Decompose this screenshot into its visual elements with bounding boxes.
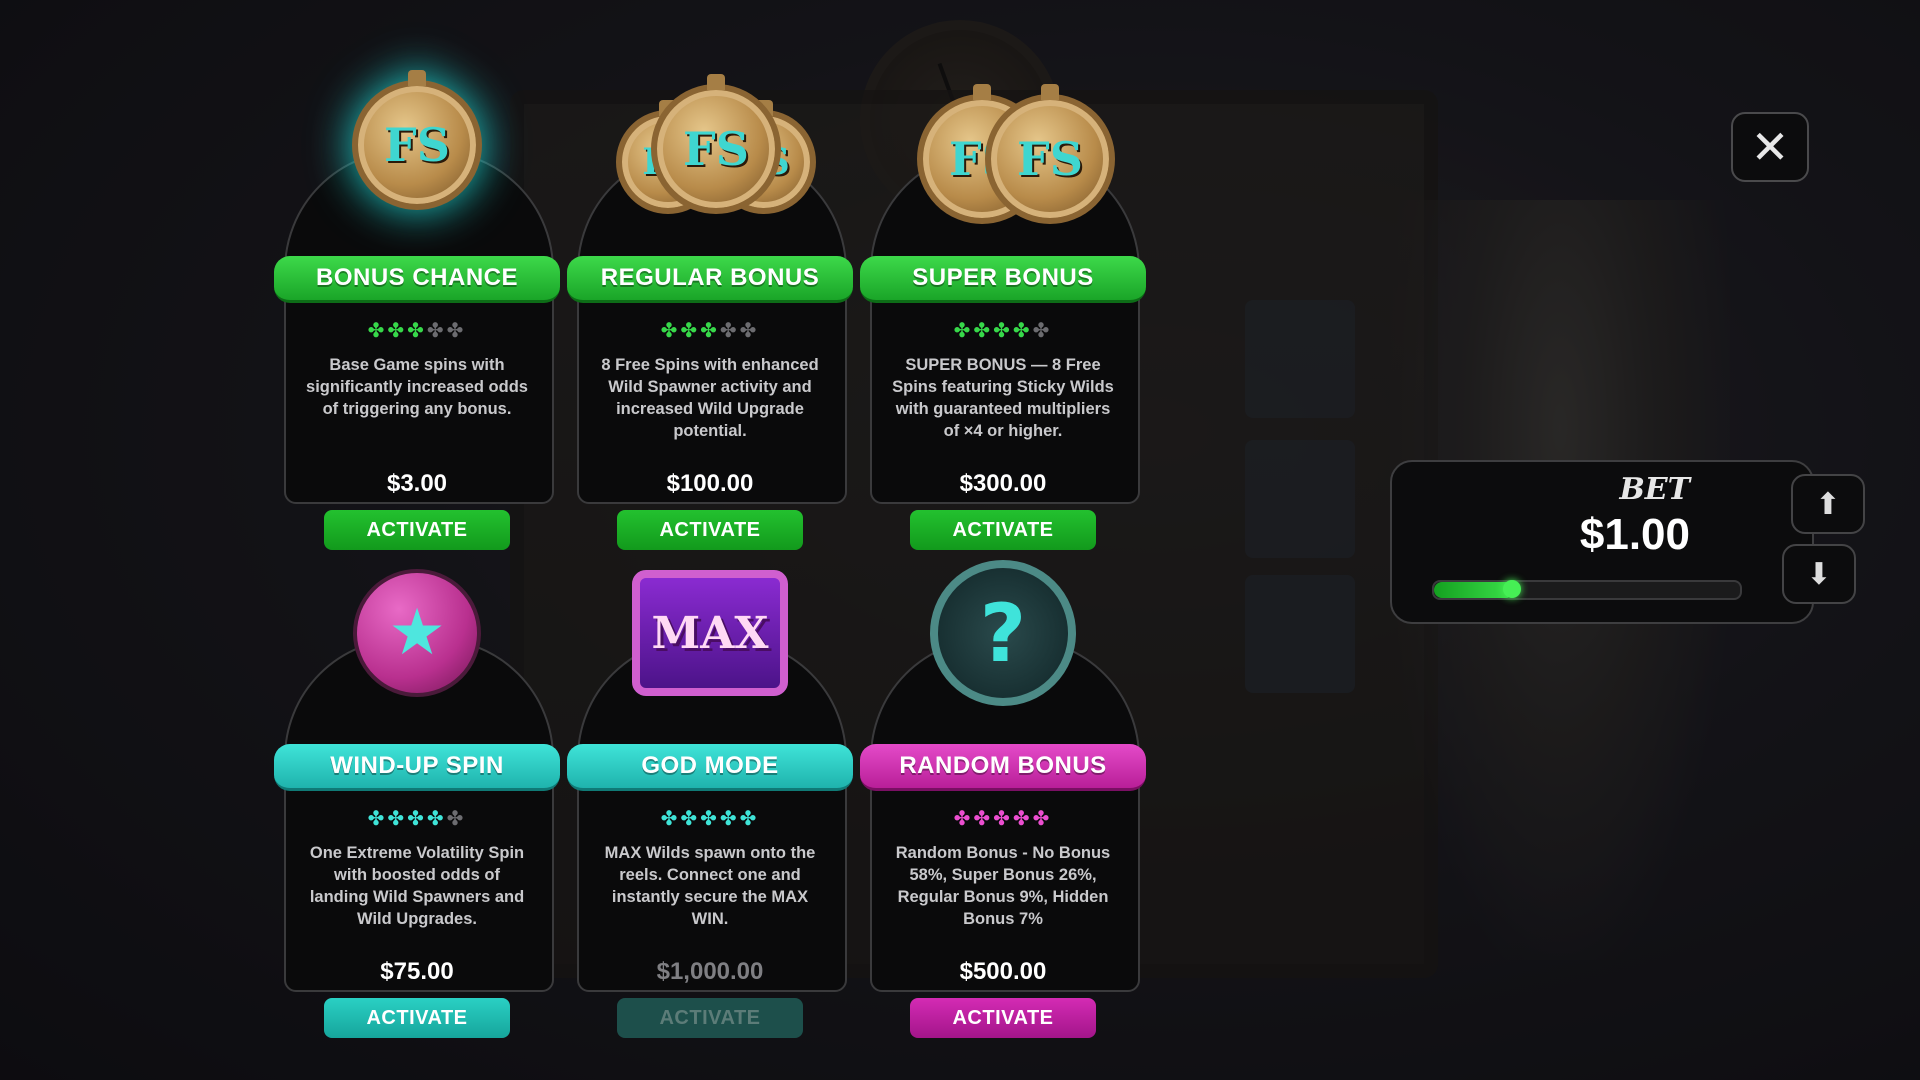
card-description: Base Game spins with significantly incre… <box>306 356 528 418</box>
close-button[interactable]: ✕ <box>1731 112 1809 182</box>
activate-button[interactable]: ACTIVATE <box>617 510 803 550</box>
clover-filled-icon: ✤ <box>387 318 408 342</box>
clover-filled-icon: ✤ <box>367 318 388 342</box>
clover-filled-icon: ✤ <box>660 806 681 830</box>
clover-filled-icon: ✤ <box>719 806 740 830</box>
clover-filled-icon: ✤ <box>993 806 1013 830</box>
clover-filled-icon: ✤ <box>973 806 994 830</box>
clover-filled-icon: ✤ <box>700 318 720 342</box>
card-price: $1,000.00 <box>656 958 764 985</box>
volatility-rating: ✤✤✤✤✤ <box>860 806 1146 830</box>
clover-filled-icon: ✤ <box>680 318 701 342</box>
bet-value: $1.00 <box>1579 510 1690 559</box>
clover-empty-icon: ✤ <box>426 318 447 342</box>
card-title: BONUS CHANCE <box>274 256 560 303</box>
activate-button[interactable]: ACTIVATE <box>324 510 510 550</box>
clover-empty-icon: ✤ <box>739 318 760 342</box>
volatility-rating: ✤✤✤✤✤ <box>274 806 560 830</box>
bonus-card-regular-bonus: FS FS FS REGULAR BONUS ✤✤✤✤✤ 8 Free Spin… <box>567 60 853 550</box>
clover-filled-icon: ✤ <box>407 806 427 830</box>
bet-increase-button[interactable]: ⬆ <box>1791 474 1865 534</box>
activate-button[interactable]: ACTIVATE <box>324 998 510 1038</box>
clover-empty-icon: ✤ <box>1032 318 1053 342</box>
bet-panel: BET $1.00 <box>1390 460 1814 624</box>
clover-empty-icon: ✤ <box>446 806 467 830</box>
clover-filled-icon: ✤ <box>1032 806 1053 830</box>
bonus-card-super-bonus: FS FS SUPER BONUS ✤✤✤✤✤ SUPER BONUS — 8 … <box>860 60 1146 550</box>
card-description: One Extreme Volatility Spin with boosted… <box>309 844 525 928</box>
fs-coin-glow-icon: FS <box>337 70 497 220</box>
volatility-rating: ✤✤✤✤✤ <box>567 318 853 342</box>
card-title: REGULAR BONUS <box>567 256 853 303</box>
card-description: MAX Wilds spawn onto the reels. Connect … <box>604 844 816 928</box>
card-description: SUPER BONUS — 8 Free Spins featuring Sti… <box>892 356 1114 440</box>
clover-filled-icon: ✤ <box>1012 318 1033 342</box>
card-price: $500.00 <box>959 958 1047 985</box>
clover-filled-icon: ✤ <box>407 318 427 342</box>
clover-filled-icon: ✤ <box>953 318 974 342</box>
bet-decrease-button[interactable]: ⬇ <box>1782 544 1856 604</box>
volatility-rating: ✤✤✤✤✤ <box>274 318 560 342</box>
volatility-rating: ✤✤✤✤✤ <box>567 806 853 830</box>
clover-filled-icon: ✤ <box>953 806 974 830</box>
bet-slider-handle[interactable] <box>1502 580 1521 598</box>
clover-filled-icon: ✤ <box>973 318 994 342</box>
card-title: WIND-UP SPIN <box>274 744 560 791</box>
clover-filled-icon: ✤ <box>426 806 447 830</box>
volatility-rating: ✤✤✤✤✤ <box>860 318 1146 342</box>
wind-up-bomb-icon: ★ <box>337 558 497 708</box>
clover-filled-icon: ✤ <box>367 806 388 830</box>
clover-filled-icon: ✤ <box>387 806 408 830</box>
clover-filled-icon: ✤ <box>680 806 701 830</box>
arrow-down-icon: ⬇ <box>1806 556 1832 592</box>
card-title: RANDOM BONUS <box>860 744 1146 791</box>
bet-slider-track[interactable] <box>1432 580 1742 600</box>
bonus-card-god-mode: MAX GOD MODE ✤✤✤✤✤ MAX Wilds spawn onto … <box>567 548 853 1038</box>
card-title: GOD MODE <box>567 744 853 791</box>
activate-button[interactable]: ACTIVATE <box>910 510 1096 550</box>
close-icon: ✕ <box>1750 120 1790 174</box>
clover-filled-icon: ✤ <box>660 318 681 342</box>
clover-empty-icon: ✤ <box>446 318 467 342</box>
clover-filled-icon: ✤ <box>700 806 720 830</box>
question-clock-icon: ? <box>923 558 1083 708</box>
activate-button-disabled: ACTIVATE <box>617 998 803 1038</box>
card-description: Random Bonus - No Bonus 58%, Super Bonus… <box>895 844 1111 928</box>
clover-filled-icon: ✤ <box>739 806 760 830</box>
activate-button[interactable]: ACTIVATE <box>910 998 1096 1038</box>
arrow-up-icon: ⬆ <box>1815 486 1841 522</box>
bonus-card-bonus-chance: FS BONUS CHANCE ✤✤✤✤✤ Base Game spins wi… <box>274 60 560 550</box>
bonus-card-random-bonus: ? RANDOM BONUS ✤✤✤✤✤ Random Bonus - No B… <box>860 548 1146 1038</box>
card-price: $75.00 <box>380 958 454 985</box>
card-title: SUPER BONUS <box>860 256 1146 303</box>
fs-coins-pair-icon: FS FS <box>917 70 1115 224</box>
fs-coins-stack-icon: FS FS FS <box>616 70 816 220</box>
max-box-icon: MAX <box>630 558 790 708</box>
clover-empty-icon: ✤ <box>719 318 740 342</box>
card-price: $3.00 <box>386 470 448 497</box>
clover-filled-icon: ✤ <box>1012 806 1033 830</box>
card-price: $100.00 <box>666 470 754 497</box>
card-price: $300.00 <box>959 470 1047 497</box>
bet-slider-fill <box>1434 582 1514 598</box>
bonus-card-wind-up-spin: ★ WIND-UP SPIN ✤✤✤✤✤ One Extreme Volatil… <box>274 548 560 1038</box>
card-description: 8 Free Spins with enhanced Wild Spawner … <box>601 356 819 440</box>
clover-filled-icon: ✤ <box>993 318 1013 342</box>
bet-label: BET <box>1619 472 1690 507</box>
